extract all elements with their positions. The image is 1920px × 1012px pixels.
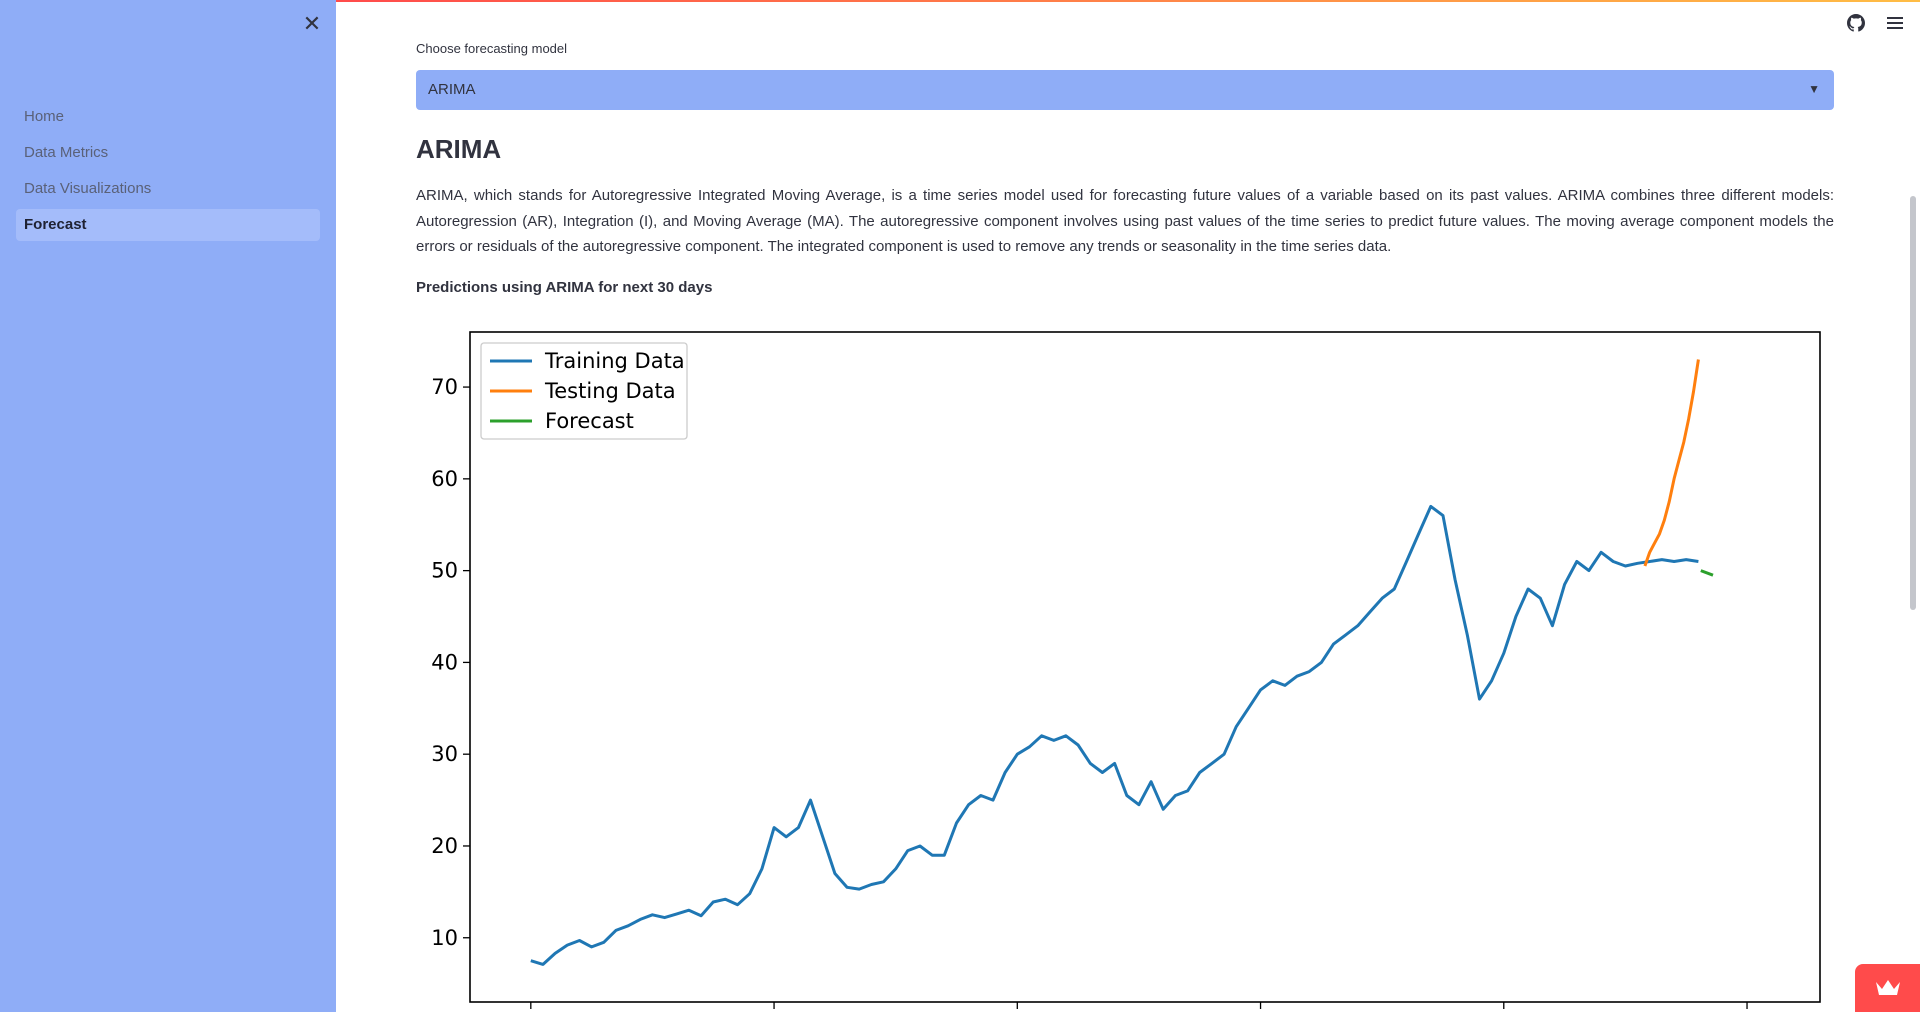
legend-label: Forecast (545, 409, 634, 433)
chevron-down-icon: ▼ (1808, 82, 1820, 96)
series-line-training-data (530, 504, 1699, 966)
y-tick-label: 70 (431, 375, 458, 399)
page-heading: ARIMA (416, 134, 502, 164)
top-decoration-line (336, 0, 1920, 2)
description-paragraph: ARIMA, which stands for Autoregressive I… (416, 187, 1834, 255)
series-line-testing-data (1643, 359, 1700, 567)
y-tick-label: 50 (431, 559, 458, 583)
sidebar: ✕ Home Data Metrics Data Visualizations … (0, 0, 336, 1012)
github-icon[interactable] (1847, 14, 1867, 34)
close-icon[interactable]: ✕ (300, 12, 324, 36)
y-tick-label: 30 (431, 742, 458, 766)
y-tick-label: 60 (431, 467, 458, 491)
sidebar-nav: Home Data Metrics Data Visualizations Fo… (16, 101, 320, 245)
scrollbar[interactable] (1910, 196, 1916, 610)
series-line-forecast (1700, 569, 1714, 577)
sidebar-item-forecast[interactable]: Forecast (16, 209, 320, 241)
streamlit-badge[interactable] (1855, 964, 1920, 1012)
chart-caption: Predictions using ARIMA for next 30 days (416, 279, 713, 296)
hamburger-menu-icon[interactable] (1886, 14, 1906, 34)
select-label: Choose forecasting model (416, 41, 568, 56)
crown-icon (1876, 980, 1900, 995)
model-select[interactable]: ARIMA ▼ (416, 70, 1834, 110)
y-tick-label: 10 (431, 926, 458, 950)
y-tick-label: 20 (431, 834, 458, 858)
sidebar-item-data-visualizations[interactable]: Data Visualizations (16, 173, 320, 205)
sidebar-item-home[interactable]: Home (16, 101, 320, 133)
y-tick-label: 40 (431, 650, 458, 674)
forecast-chart: 10 20 30 40 50 60 70 Training Data Testing Data F… (431, 331, 1821, 1009)
model-select-value: ARIMA (428, 81, 476, 98)
legend-label: Training Data (544, 349, 685, 373)
legend-label: Testing Data (544, 379, 676, 403)
sidebar-item-data-metrics[interactable]: Data Metrics (16, 137, 320, 169)
